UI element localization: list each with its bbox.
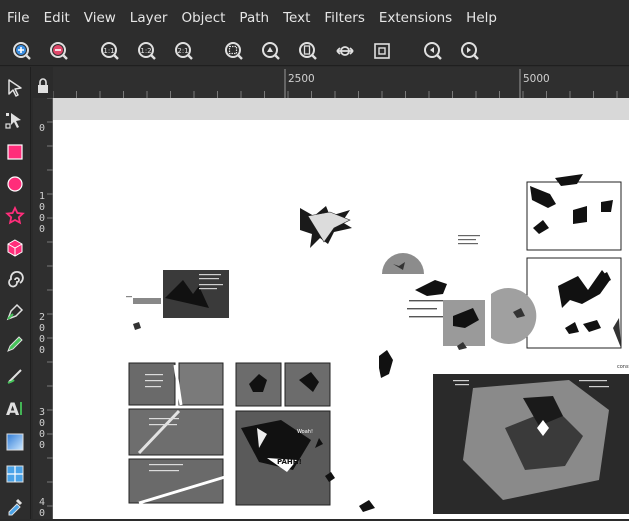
3d-box-tool-icon[interactable]: [4, 237, 26, 259]
toolbox: A: [0, 67, 31, 519]
zoom-page-icon[interactable]: [297, 40, 319, 62]
menu-view[interactable]: View: [77, 0, 123, 36]
zoom-1-2-icon[interactable]: 1:2: [136, 40, 158, 62]
zoom-page-width-icon[interactable]: [334, 40, 356, 62]
drawing-canvas[interactable]: PAHH! Woah! constr: [53, 98, 629, 519]
text-tool-label: A: [6, 400, 20, 419]
vruler-digit: 0: [39, 323, 46, 334]
artwork-figure: [379, 350, 393, 378]
menu-edit[interactable]: Edit: [37, 0, 77, 36]
artwork-bird: [300, 206, 352, 248]
zoom-in-icon[interactable]: [11, 40, 33, 62]
star-tool-icon[interactable]: [4, 205, 26, 227]
menu-help[interactable]: Help: [459, 0, 504, 36]
menu-file[interactable]: File: [0, 0, 37, 36]
zoom-out-icon[interactable]: [48, 40, 70, 62]
ruler-label-2500: 2500: [288, 73, 315, 85]
rectangle-tool-icon[interactable]: [4, 141, 26, 163]
vruler-digit: 2: [39, 312, 46, 323]
zoom-selection-icon[interactable]: [223, 40, 245, 62]
vruler-digit: 3: [39, 407, 46, 418]
vruler-digit: 4: [39, 497, 46, 508]
selector-tool-icon[interactable]: [4, 77, 26, 99]
artwork-text-pahh: PAHH!: [277, 458, 302, 466]
artwork-panel-mid-right: [526, 257, 622, 349]
menu-text[interactable]: Text: [276, 0, 317, 36]
vruler-digit: 0: [39, 440, 46, 451]
text-tool-icon[interactable]: A: [4, 397, 26, 420]
zoom-2-1-label: 2:1: [177, 47, 188, 55]
zoom-prev-icon[interactable]: [422, 40, 444, 62]
vertical-ruler-ticks: [47, 98, 53, 507]
menu-layer[interactable]: Layer: [123, 0, 175, 36]
vruler-digit: 1: [39, 191, 46, 202]
vruler-digit: 0: [39, 224, 46, 235]
calligraphy-tool-icon[interactable]: [4, 365, 26, 387]
zoom-1-1-icon[interactable]: 1:1: [99, 40, 121, 62]
guide-lock-icon[interactable]: [33, 75, 53, 97]
vruler-digit: 0: [39, 418, 46, 429]
artwork-text-const: constr: [617, 364, 629, 370]
dropper-tool-icon[interactable]: [4, 495, 26, 517]
drawing-content: PAHH! Woah! constr: [126, 174, 629, 514]
vruler-digit: 0: [39, 202, 46, 213]
ellipse-tool-icon[interactable]: [4, 173, 26, 195]
zoom-2-1-icon[interactable]: 2:1: [173, 40, 195, 62]
gradient-tool-icon[interactable]: [4, 431, 26, 453]
vruler-digit: 0: [39, 508, 46, 519]
commands-bar: 1:1 1:2 2:1: [0, 36, 629, 66]
vruler-digit: 0: [39, 213, 46, 224]
zoom-next-icon[interactable]: [459, 40, 481, 62]
zoom-drawing-icon[interactable]: [260, 40, 282, 62]
horizontal-ruler[interactable]: 2500 5000: [53, 67, 629, 98]
vertical-ruler[interactable]: 0 1 0 0 0 2 0 0 0 3 0 0 0 4 0: [33, 98, 53, 519]
menu-filters[interactable]: Filters: [317, 0, 371, 36]
zoom-1-1-label: 1:1: [103, 47, 114, 55]
menu-object[interactable]: Object: [174, 0, 232, 36]
zoom-1-2-label: 1:2: [140, 47, 151, 55]
pen-tool-icon[interactable]: [4, 301, 26, 323]
menu-path[interactable]: Path: [232, 0, 276, 36]
vruler-digit: 0: [39, 334, 46, 345]
artwork-text-whoa: Woah!: [297, 429, 313, 435]
spiral-tool-icon[interactable]: [4, 269, 26, 291]
mesh-tool-icon[interactable]: [4, 463, 26, 485]
node-tool-icon[interactable]: [4, 109, 26, 131]
zoom-center-icon[interactable]: [371, 40, 393, 62]
vruler-digit: 0: [39, 429, 46, 440]
ruler-label-5000: 5000: [523, 73, 550, 85]
pencil-tool-icon[interactable]: [4, 333, 26, 355]
menu-bar: File Edit View Layer Object Path Text Fi…: [0, 0, 629, 36]
vruler-digit: 0: [39, 345, 46, 356]
menu-extensions[interactable]: Extensions: [372, 0, 459, 36]
vruler-digit: 0: [39, 123, 46, 134]
